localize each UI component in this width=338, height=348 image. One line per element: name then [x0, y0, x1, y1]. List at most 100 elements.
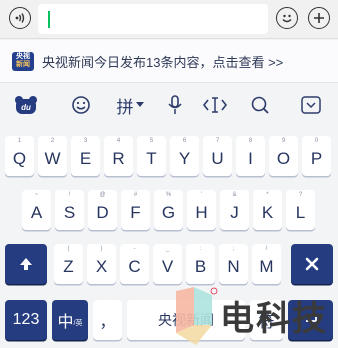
- key-label: J: [230, 203, 239, 222]
- key-label: Z: [63, 257, 74, 276]
- key-label: 中: [57, 314, 74, 331]
- key-o[interactable]: 9O: [269, 136, 298, 176]
- key-hint: *: [266, 192, 269, 198]
- key-hint: 8: [248, 138, 253, 144]
- key-label: L: [295, 203, 306, 222]
- key-k[interactable]: * K: [253, 190, 282, 230]
- enter-icon: [305, 316, 317, 322]
- key-y[interactable]: 6Y: [170, 136, 199, 176]
- message-input[interactable]: [38, 4, 268, 34]
- key-label: V: [161, 257, 174, 276]
- key-q[interactable]: 1Q: [5, 136, 34, 176]
- key-l[interactable]: ? L: [286, 190, 315, 230]
- key-hint: 6: [182, 138, 187, 144]
- key-p[interactable]: 0P: [302, 136, 331, 176]
- key-g[interactable]: % G: [154, 190, 183, 230]
- key-r[interactable]: 4R: [104, 136, 133, 176]
- key-label: M: [259, 257, 274, 276]
- key-hint: @: [99, 192, 106, 198]
- key-hint: _: [165, 246, 170, 252]
- plus-icon: [314, 13, 324, 23]
- pinyin-mode-button[interactable]: 拼: [113, 94, 147, 117]
- key-label: K: [261, 203, 274, 222]
- key-j[interactable]: & J: [220, 190, 249, 230]
- ime-toolbar: du 拼: [0, 84, 338, 128]
- key-label: W: [44, 149, 61, 168]
- key-e[interactable]: 3E: [71, 136, 100, 176]
- key-x[interactable]: ) X: [87, 244, 116, 284]
- shift-arrow-icon: [20, 258, 32, 270]
- key-hint: 9: [281, 138, 286, 144]
- key-label: 123: [12, 311, 40, 328]
- key-label: E: [79, 149, 92, 168]
- key-label: U: [211, 149, 224, 168]
- text-caret: [48, 11, 50, 28]
- key-hint: 2: [50, 138, 55, 144]
- key-label: R: [112, 149, 125, 168]
- key-w[interactable]: 2W: [38, 136, 67, 176]
- key-n[interactable]: ; N: [219, 244, 248, 284]
- cctv-news-logo: 央视 新闻: [12, 52, 34, 71]
- key-hint: ': [200, 192, 203, 198]
- key-label: H: [195, 203, 208, 222]
- key-m[interactable]: / M: [252, 244, 281, 284]
- key-label: F: [130, 203, 141, 222]
- enter-key[interactable]: [288, 300, 333, 340]
- key-hint: -: [133, 246, 136, 252]
- key-i[interactable]: 8I: [236, 136, 265, 176]
- key-label: 符: [258, 314, 275, 331]
- chevron-down-box-icon: [301, 96, 321, 114]
- emoji-button[interactable]: [276, 7, 298, 29]
- key-hint: &: [232, 192, 237, 198]
- space-key[interactable]: 央视新闻: [127, 300, 245, 340]
- key-z[interactable]: (Z: [54, 244, 83, 284]
- key-label: T: [146, 149, 157, 168]
- keyboard: 1 Q 2 W 3 E 4 R 5 T 6 Y 7 U 8 I 9 O 0 P ~ A! S @ D # F% G ' H & J * K? L(Z…: [0, 128, 338, 348]
- key-s[interactable]: ! S: [55, 190, 84, 230]
- collapse-keyboard-button[interactable]: [300, 94, 322, 116]
- key-hint: 5: [149, 138, 154, 144]
- key-label: Y: [178, 149, 191, 168]
- key-b[interactable]: :B: [186, 244, 215, 284]
- key-hint: 0: [314, 138, 319, 144]
- search-button[interactable]: [249, 94, 271, 116]
- key-a[interactable]: ~ A: [22, 190, 51, 230]
- bear-paw-icon: du: [15, 96, 37, 114]
- key-label: S: [63, 203, 76, 222]
- voice-toggle-button[interactable]: [9, 7, 31, 29]
- shift-key[interactable]: [5, 244, 47, 284]
- backspace-key[interactable]: [291, 244, 333, 284]
- number-mode-key[interactable]: 123: [5, 300, 47, 340]
- key-v[interactable]: _ V: [153, 244, 182, 284]
- news-banner[interactable]: 央视 新闻 央视新闻今日发布13条内容，点击查看 >>: [0, 40, 338, 83]
- sound-wave-icon: [15, 13, 25, 23]
- key-hint: 4: [116, 138, 121, 144]
- key-label: ，: [99, 314, 116, 331]
- key-hint: %: [165, 192, 172, 198]
- comma-key[interactable]: ，: [93, 300, 122, 340]
- key-hint: 1: [17, 138, 22, 144]
- baidu-logo-button[interactable]: du: [14, 94, 38, 116]
- key-c[interactable]: -C: [120, 244, 149, 284]
- emoji-panel-button[interactable]: [70, 94, 92, 116]
- key-u[interactable]: 7U: [203, 136, 232, 176]
- banner-text: 央视新闻今日发布13条内容，点击查看 >>: [42, 55, 284, 70]
- key-hint: #: [133, 192, 138, 198]
- language-switch-key[interactable]: 中/英: [52, 300, 88, 340]
- key-label: Q: [12, 149, 27, 168]
- key-label: N: [227, 257, 240, 276]
- symbol-key[interactable]: 符: [250, 300, 283, 340]
- search-icon: [251, 96, 269, 114]
- more-button[interactable]: [308, 7, 330, 29]
- key-d[interactable]: @ D: [88, 190, 117, 230]
- smiley-icon: [72, 96, 90, 114]
- svg-text:du: du: [21, 103, 31, 112]
- key-label: A: [30, 203, 43, 222]
- key-hint: !: [68, 192, 71, 198]
- delete-x-icon: [305, 257, 319, 271]
- key-h[interactable]: ' H: [187, 190, 216, 230]
- voice-input-button[interactable]: [165, 94, 185, 116]
- key-t[interactable]: 5T: [137, 136, 166, 176]
- key-f[interactable]: # F: [121, 190, 150, 230]
- cursor-edit-button[interactable]: [203, 94, 227, 116]
